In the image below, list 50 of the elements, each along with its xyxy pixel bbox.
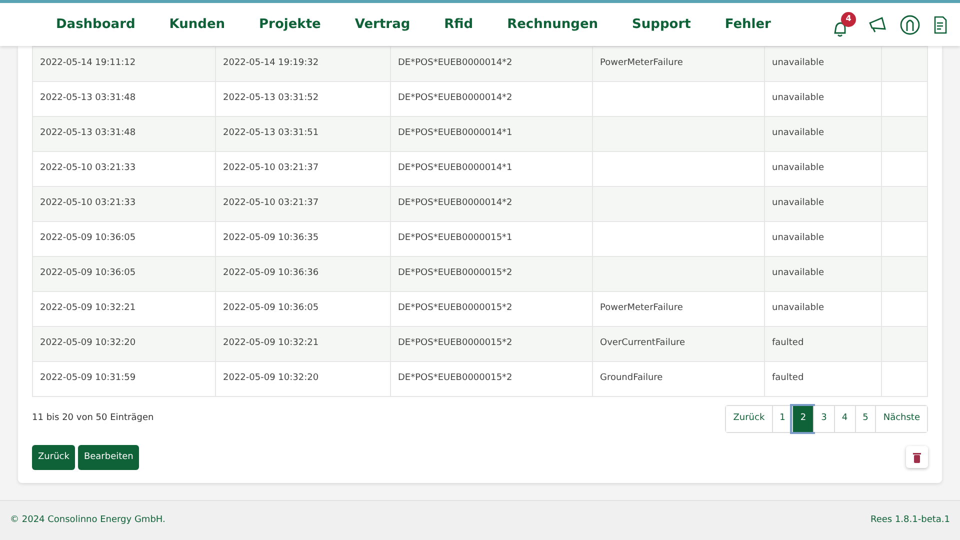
delete-button[interactable]: [906, 446, 928, 468]
nav-link[interactable]: Rfid: [444, 14, 474, 34]
nav-link[interactable]: Dashboard: [56, 14, 136, 34]
table-cell: DE*POS*EUEB0000015*2: [390, 326, 592, 362]
table-cell: 2022-05-09 10:32:21: [216, 326, 390, 362]
nav-link[interactable]: Kunden: [169, 14, 226, 34]
copyright-text: © 2024 Consolinno Energy GmbH.: [10, 514, 166, 527]
megaphone-icon[interactable]: [868, 16, 888, 32]
table-cell: 2022-05-13 03:31:51: [216, 116, 390, 152]
table-cell: DE*POS*EUEB0000014*2: [390, 46, 592, 82]
notification-badge: 4: [841, 12, 856, 26]
nav-link[interactable]: Projekte: [259, 14, 321, 34]
table-cell: faulted: [764, 362, 882, 396]
trash-icon: [913, 452, 921, 463]
table-cell: 2022-05-10 03:21:37: [216, 186, 390, 222]
document-icon[interactable]: [932, 16, 948, 34]
back-button[interactable]: Zurück: [32, 444, 76, 470]
table-cell: unavailable: [764, 186, 882, 222]
table-cell: 2022-05-09 10:36:36: [216, 256, 390, 292]
page-button[interactable]: Nächste: [875, 406, 927, 432]
notification-button[interactable]: 4: [832, 12, 856, 38]
page-button[interactable]: 2: [792, 406, 814, 432]
table-cell: 2022-05-09 10:36:05: [32, 256, 216, 292]
table-cell: 2022-05-09 10:31:59: [32, 362, 216, 396]
table-cell: DE*POS*EUEB0000015*2: [390, 362, 592, 396]
table-cell: DE*POS*EUEB0000014*1: [390, 116, 592, 152]
table-cell: 2022-05-10 03:21:33: [32, 186, 216, 222]
nav-link[interactable]: Fehler: [724, 14, 771, 34]
table-cell: 2022-05-09 10:32:20: [32, 326, 216, 362]
table-cell: 2022-05-14 19:19:32: [216, 46, 390, 82]
entries-info: 11 bis 20 von 50 Einträgen: [32, 412, 154, 425]
nav-link[interactable]: Rechnungen: [507, 14, 598, 34]
nav-link[interactable]: Vertrag: [354, 14, 410, 34]
table-cell: faulted: [764, 326, 882, 362]
edit-button[interactable]: Bearbeiten: [78, 444, 140, 470]
table-cell: 2022-05-14 19:11:12: [32, 46, 216, 82]
table-cell: DE*POS*EUEB0000014*2: [390, 186, 592, 222]
nav-link[interactable]: Support: [632, 14, 691, 34]
user-icon[interactable]: [900, 14, 920, 34]
bell-icon: [832, 20, 848, 38]
table-cell: unavailable: [764, 256, 882, 292]
table-cell: PowerMeterFailure: [592, 46, 764, 82]
table-cell: DE*POS*EUEB0000015*2: [390, 256, 592, 292]
version-text: Rees 1.8.1-beta.1: [870, 514, 950, 527]
table-cell: GroundFailure: [592, 362, 764, 396]
table-cell: unavailable: [764, 116, 882, 152]
table-cell: OverCurrentFailure: [592, 326, 764, 362]
table-cell: unavailable: [764, 46, 882, 82]
table-cell: 2022-05-13 03:31:48: [32, 116, 216, 152]
table-cell: 2022-05-09 10:32:20: [216, 362, 390, 396]
